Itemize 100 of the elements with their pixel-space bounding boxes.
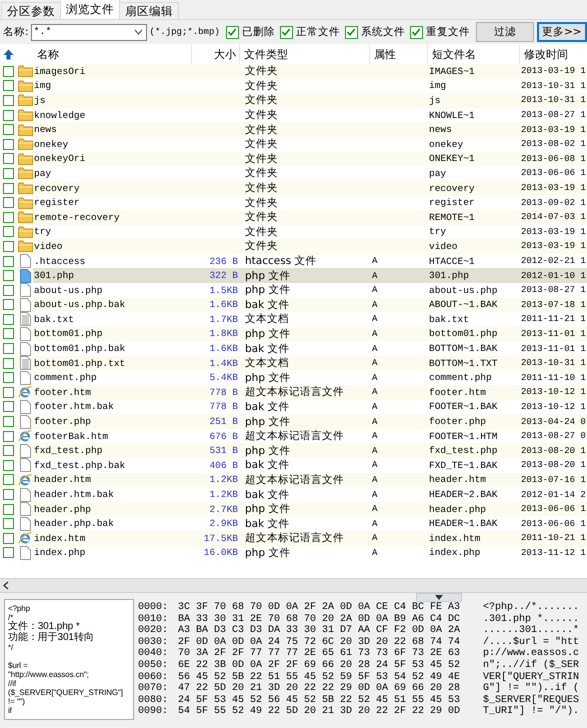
row-checkbox[interactable] bbox=[3, 66, 14, 77]
checkbox[interactable] bbox=[344, 26, 358, 38]
row-checkbox[interactable] bbox=[3, 110, 14, 121]
file-size: 1.5KB bbox=[209, 284, 238, 296]
row-checkbox[interactable] bbox=[3, 416, 14, 428]
column-header[interactable]: 大小 bbox=[214, 46, 236, 62]
row-checkbox[interactable] bbox=[3, 504, 14, 515]
short-file-name: bottom01.php bbox=[429, 328, 498, 340]
file-row[interactable]: header.htm 1.2KB 超文本标记语言文件 A header.htm 2013-07-16 1 bbox=[0, 472, 587, 488]
column-header[interactable]: 名称 bbox=[37, 46, 59, 62]
modified-time: 2013-11-01 1 bbox=[521, 328, 586, 339]
row-checkbox[interactable] bbox=[3, 430, 14, 442]
file-type: 文件夹 bbox=[245, 224, 278, 239]
code-text: <?php /* 文件：301.php * 功能：用于301转向 */ $url = "http://www.eassos.cn"; //if ($_SERVER["QUERY_STRING"] != "") if bbox=[8, 604, 123, 715]
file-row[interactable]: bottom01.php.txt 1.4KB 文本文档 A BOTTOM~1.TXT 2013-10-31 1 bbox=[0, 356, 587, 370]
row-checkbox[interactable] bbox=[3, 358, 14, 369]
file-row[interactable]: imagesOri 文件夹 IMAGES~1 2013-03-19 1 bbox=[0, 64, 587, 79]
row-checkbox[interactable] bbox=[3, 489, 14, 500]
tab[interactable]: 浏览文件 bbox=[60, 0, 120, 19]
file-row[interactable]: news 文件夹 news 2013-03-19 1 bbox=[0, 122, 587, 137]
checkbox[interactable] bbox=[280, 26, 293, 38]
file-row[interactable]: fxd_test.php 531 B php 文件 A fxd_test.php 2013-08-20 1 bbox=[0, 443, 587, 458]
horizontal-scrollbar[interactable] bbox=[0, 578, 587, 592]
row-checkbox[interactable] bbox=[3, 284, 14, 296]
row-checkbox[interactable] bbox=[3, 445, 14, 456]
row-checkbox[interactable] bbox=[3, 314, 14, 325]
file-row[interactable]: onekey 文件夹 onekey 2013-08-02 1 bbox=[0, 136, 587, 152]
checkbox[interactable] bbox=[410, 26, 423, 38]
modified-time: 2013-10-12 1 bbox=[521, 387, 586, 398]
file-row[interactable]: footer.htm 778 B 超文本标记语言文件 A footer.htm 2013-10-12 1 bbox=[0, 385, 587, 400]
row-checkbox[interactable] bbox=[3, 197, 14, 208]
row-checkbox[interactable] bbox=[3, 299, 14, 310]
column-header[interactable]: 属性 bbox=[374, 46, 396, 62]
row-checkbox[interactable] bbox=[3, 328, 14, 340]
file-row[interactable]: index.php 16.0KB php 文件 A index.php 2013-11-12 1 bbox=[0, 546, 587, 560]
more-button[interactable]: 更多>> bbox=[536, 22, 587, 42]
file-type: 文件夹 bbox=[245, 137, 278, 152]
row-checkbox[interactable] bbox=[3, 153, 14, 164]
short-file-name: HEADER~1.BAK bbox=[429, 518, 498, 530]
file-row[interactable]: img 文件夹 img 2013-10-31 1 bbox=[0, 78, 587, 94]
file-name: remote-recovery bbox=[34, 212, 120, 223]
splitter-handle[interactable] bbox=[416, 593, 462, 602]
row-checkbox[interactable] bbox=[3, 138, 14, 150]
file-row[interactable]: recovery 文件夹 recovery 2013-03-19 1 bbox=[0, 180, 587, 196]
column-header[interactable]: 短文件名 bbox=[432, 46, 476, 62]
web-page-icon bbox=[18, 385, 32, 400]
file-attribute: A bbox=[372, 474, 378, 485]
row-checkbox[interactable] bbox=[3, 460, 14, 471]
short-file-name: KNOWLE~1 bbox=[429, 110, 475, 121]
tab[interactable]: 分区参数 bbox=[1, 2, 61, 19]
row-checkbox[interactable] bbox=[3, 386, 14, 398]
file-size: 5.4KB bbox=[209, 372, 238, 384]
row-checkbox[interactable] bbox=[3, 256, 14, 267]
file-type: 超文本标记语言文件 bbox=[245, 385, 344, 400]
file-row[interactable]: header.php 2.7KB php 文件 A header.php 2013-06-06 1 bbox=[0, 502, 587, 516]
modified-time: 2013-11-01 1 bbox=[521, 344, 586, 354]
short-file-name: footer.htm bbox=[429, 386, 486, 398]
file-row[interactable]: remote-recovery 文件夹 REMOTE~1 2014-07-03 1 bbox=[0, 210, 587, 225]
hex-bytes: 47 22 5D 20 21 3D 20 22 22 29 0D 0A 69 66 20 28 bbox=[178, 683, 462, 695]
file-row[interactable]: js 文件夹 js 2013-10-31 1 bbox=[0, 93, 587, 108]
file-row[interactable]: bottom01.php 1.8KB php 文件 A bottom01.php 2013-11-01 1 bbox=[0, 326, 587, 342]
row-checkbox[interactable] bbox=[3, 240, 14, 252]
file-row[interactable]: try 文件夹 try 2013-03-19 1 bbox=[0, 224, 587, 240]
file-row[interactable]: 301.php 322 B php 文件 A 301.php 2012-01-10 1 bbox=[0, 268, 587, 283]
name-filter-combobox[interactable]: *.* bbox=[30, 24, 147, 40]
checkbox[interactable] bbox=[226, 26, 239, 38]
row-checkbox[interactable] bbox=[3, 547, 14, 558]
row-checkbox[interactable] bbox=[3, 226, 14, 238]
row-checkbox[interactable] bbox=[3, 80, 14, 92]
file-row[interactable]: video 文件夹 video 2013-03-19 1 bbox=[0, 239, 587, 254]
row-checkbox[interactable] bbox=[3, 401, 14, 412]
file-row[interactable]: knowledge 文件夹 KNOWLE~1 2013-08-27 1 bbox=[0, 108, 587, 122]
row-checkbox[interactable] bbox=[3, 212, 14, 223]
file-row[interactable]: pay 文件夹 pay 2013-06-06 1 bbox=[0, 166, 587, 181]
row-checkbox[interactable] bbox=[3, 270, 14, 282]
row-checkbox[interactable] bbox=[3, 124, 14, 136]
file-row[interactable]: footer.php 251 B php 文件 A footer.php 2013-04-24 0 bbox=[0, 414, 587, 429]
row-checkbox[interactable] bbox=[3, 474, 14, 486]
file-attribute: A bbox=[372, 416, 378, 427]
ascii-text: $_SERVER["REQUES bbox=[483, 694, 580, 706]
short-file-name: 301.php bbox=[429, 270, 469, 282]
file-row[interactable]: .htaccess 236 B htaccess 文件 A HTACCE~1 2012-02-21 1 bbox=[0, 254, 587, 268]
column-header[interactable]: 文件类型 bbox=[244, 46, 288, 62]
row-checkbox[interactable] bbox=[3, 372, 14, 384]
filter-hint: (*.jpg;*.bmp) bbox=[150, 27, 220, 37]
row-checkbox[interactable] bbox=[3, 518, 14, 530]
row-checkbox[interactable] bbox=[3, 182, 14, 194]
file-row[interactable]: about-us.php.bak 1.6KB bak 文件 A ABOUT-~1.BAK 2013-07-18 1 bbox=[0, 298, 587, 312]
file-row[interactable]: index.htm 17.5KB 超文本标记语言文件 A index.htm 2011-10-21 1 bbox=[0, 531, 587, 546]
file-row[interactable]: register 文件夹 register 2013-09-02 1 bbox=[0, 195, 587, 210]
row-checkbox[interactable] bbox=[3, 94, 14, 106]
filter-button[interactable]: 过滤 bbox=[476, 22, 534, 42]
row-checkbox[interactable] bbox=[3, 168, 14, 179]
modified-time: 2013-03-19 1 bbox=[521, 226, 586, 237]
row-checkbox[interactable] bbox=[3, 343, 14, 354]
tab[interactable]: 扇区编辑 bbox=[119, 2, 179, 19]
column-header[interactable]: 修改时间 bbox=[524, 46, 568, 62]
file-row[interactable]: onekeyOri 文件夹 ONEKEY~1 2013-06-08 1 bbox=[0, 152, 587, 166]
modified-time: 2013-08-27 1 bbox=[521, 110, 586, 120]
row-checkbox[interactable] bbox=[3, 532, 14, 544]
